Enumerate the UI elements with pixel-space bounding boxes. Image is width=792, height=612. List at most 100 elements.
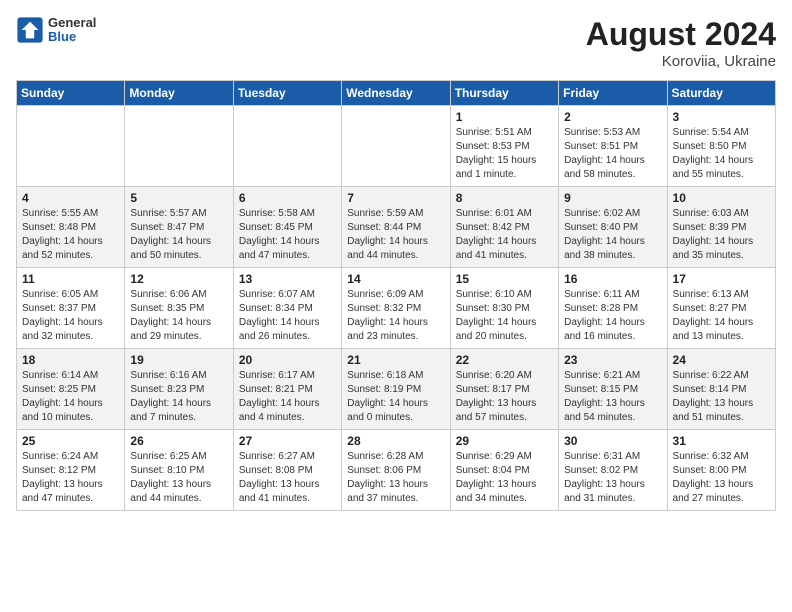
day-info: Sunrise: 6:13 AM Sunset: 8:27 PM Dayligh… xyxy=(673,288,770,344)
day-info: Sunrise: 6:27 AM Sunset: 8:08 PM Dayligh… xyxy=(239,450,336,506)
day-info: Sunrise: 6:01 AM Sunset: 8:42 PM Dayligh… xyxy=(456,207,553,263)
day-info: Sunrise: 6:09 AM Sunset: 8:32 PM Dayligh… xyxy=(347,288,444,344)
day-number: 4 xyxy=(22,191,119,205)
calendar-cell: 29 Sunrise: 6:29 AM Sunset: 8:04 PM Dayli… xyxy=(450,430,558,511)
calendar-cell: 27 Sunrise: 6:27 AM Sunset: 8:08 PM Dayli… xyxy=(233,430,341,511)
calendar-cell: 26 Sunrise: 6:25 AM Sunset: 8:10 PM Dayli… xyxy=(125,430,233,511)
calendar-cell: 2 Sunrise: 5:53 AM Sunset: 8:51 PM Daylig… xyxy=(559,106,667,187)
day-info: Sunrise: 5:59 AM Sunset: 8:44 PM Dayligh… xyxy=(347,207,444,263)
day-info: Sunrise: 6:29 AM Sunset: 8:04 PM Dayligh… xyxy=(456,450,553,506)
day-info: Sunrise: 6:25 AM Sunset: 8:10 PM Dayligh… xyxy=(130,450,227,506)
weekday-header-wednesday: Wednesday xyxy=(342,81,450,106)
day-info: Sunrise: 6:14 AM Sunset: 8:25 PM Dayligh… xyxy=(22,369,119,425)
day-number: 20 xyxy=(239,353,336,367)
calendar-cell: 5 Sunrise: 5:57 AM Sunset: 8:47 PM Daylig… xyxy=(125,187,233,268)
day-info: Sunrise: 6:03 AM Sunset: 8:39 PM Dayligh… xyxy=(673,207,770,263)
logo-text: General Blue xyxy=(48,16,96,45)
day-info: Sunrise: 5:53 AM Sunset: 8:51 PM Dayligh… xyxy=(564,126,661,182)
calendar-week-2: 4 Sunrise: 5:55 AM Sunset: 8:48 PM Daylig… xyxy=(17,187,776,268)
day-info: Sunrise: 5:55 AM Sunset: 8:48 PM Dayligh… xyxy=(22,207,119,263)
day-info: Sunrise: 6:28 AM Sunset: 8:06 PM Dayligh… xyxy=(347,450,444,506)
weekday-header-tuesday: Tuesday xyxy=(233,81,341,106)
day-number: 29 xyxy=(456,434,553,448)
calendar-week-3: 11 Sunrise: 6:05 AM Sunset: 8:37 PM Dayli… xyxy=(17,268,776,349)
calendar-table: SundayMondayTuesdayWednesdayThursdayFrid… xyxy=(16,80,776,511)
calendar-week-4: 18 Sunrise: 6:14 AM Sunset: 8:25 PM Dayli… xyxy=(17,349,776,430)
calendar-cell: 6 Sunrise: 5:58 AM Sunset: 8:45 PM Daylig… xyxy=(233,187,341,268)
day-info: Sunrise: 6:22 AM Sunset: 8:14 PM Dayligh… xyxy=(673,369,770,425)
day-info: Sunrise: 5:51 AM Sunset: 8:53 PM Dayligh… xyxy=(456,126,553,182)
title-block: August 2024 Koroviia, Ukraine xyxy=(586,16,776,70)
day-info: Sunrise: 6:24 AM Sunset: 8:12 PM Dayligh… xyxy=(22,450,119,506)
logo: General Blue xyxy=(16,16,96,45)
day-number: 17 xyxy=(673,272,770,286)
day-number: 18 xyxy=(22,353,119,367)
day-info: Sunrise: 6:02 AM Sunset: 8:40 PM Dayligh… xyxy=(564,207,661,263)
day-info: Sunrise: 5:57 AM Sunset: 8:47 PM Dayligh… xyxy=(130,207,227,263)
weekday-header-row: SundayMondayTuesdayWednesdayThursdayFrid… xyxy=(17,81,776,106)
weekday-header-monday: Monday xyxy=(125,81,233,106)
calendar-cell: 28 Sunrise: 6:28 AM Sunset: 8:06 PM Dayli… xyxy=(342,430,450,511)
day-number: 15 xyxy=(456,272,553,286)
calendar-cell: 14 Sunrise: 6:09 AM Sunset: 8:32 PM Dayli… xyxy=(342,268,450,349)
calendar-cell: 31Sunrise: 6:32 AM Sunset: 8:00 PM Dayli… xyxy=(667,430,775,511)
calendar-cell: 1 Sunrise: 5:51 AM Sunset: 8:53 PM Daylig… xyxy=(450,106,558,187)
day-number: 12 xyxy=(130,272,227,286)
day-number: 2 xyxy=(564,110,661,124)
day-number: 26 xyxy=(130,434,227,448)
day-info: Sunrise: 6:06 AM Sunset: 8:35 PM Dayligh… xyxy=(130,288,227,344)
calendar-cell: 9Sunrise: 6:02 AM Sunset: 8:40 PM Daylig… xyxy=(559,187,667,268)
calendar-week-5: 25 Sunrise: 6:24 AM Sunset: 8:12 PM Dayli… xyxy=(17,430,776,511)
calendar-cell: 16 Sunrise: 6:11 AM Sunset: 8:28 PM Dayli… xyxy=(559,268,667,349)
day-info: Sunrise: 5:58 AM Sunset: 8:45 PM Dayligh… xyxy=(239,207,336,263)
day-number: 21 xyxy=(347,353,444,367)
weekday-header-friday: Friday xyxy=(559,81,667,106)
day-number: 13 xyxy=(239,272,336,286)
day-info: Sunrise: 6:10 AM Sunset: 8:30 PM Dayligh… xyxy=(456,288,553,344)
day-number: 19 xyxy=(130,353,227,367)
calendar-cell: 10 Sunrise: 6:03 AM Sunset: 8:39 PM Dayli… xyxy=(667,187,775,268)
weekday-header-saturday: Saturday xyxy=(667,81,775,106)
calendar-cell: 24 Sunrise: 6:22 AM Sunset: 8:14 PM Dayli… xyxy=(667,349,775,430)
weekday-header-sunday: Sunday xyxy=(17,81,125,106)
calendar-cell: 25 Sunrise: 6:24 AM Sunset: 8:12 PM Dayli… xyxy=(17,430,125,511)
day-number: 1 xyxy=(456,110,553,124)
day-number: 24 xyxy=(673,353,770,367)
day-number: 7 xyxy=(347,191,444,205)
page-header: General Blue August 2024 Koroviia, Ukrai… xyxy=(16,16,776,70)
day-info: Sunrise: 6:11 AM Sunset: 8:28 PM Dayligh… xyxy=(564,288,661,344)
day-info: Sunrise: 6:20 AM Sunset: 8:17 PM Dayligh… xyxy=(456,369,553,425)
day-number: 8 xyxy=(456,191,553,205)
day-number: 22 xyxy=(456,353,553,367)
calendar-cell xyxy=(342,106,450,187)
day-number: 31 xyxy=(673,434,770,448)
day-number: 11 xyxy=(22,272,119,286)
day-number: 14 xyxy=(347,272,444,286)
day-number: 3 xyxy=(673,110,770,124)
calendar-week-1: 1 Sunrise: 5:51 AM Sunset: 8:53 PM Daylig… xyxy=(17,106,776,187)
day-number: 30 xyxy=(564,434,661,448)
day-info: Sunrise: 6:31 AM Sunset: 8:02 PM Dayligh… xyxy=(564,450,661,506)
calendar-cell: 15 Sunrise: 6:10 AM Sunset: 8:30 PM Dayli… xyxy=(450,268,558,349)
day-info: Sunrise: 6:21 AM Sunset: 8:15 PM Dayligh… xyxy=(564,369,661,425)
day-number: 16 xyxy=(564,272,661,286)
day-number: 10 xyxy=(673,191,770,205)
day-number: 27 xyxy=(239,434,336,448)
day-info: Sunrise: 6:17 AM Sunset: 8:21 PM Dayligh… xyxy=(239,369,336,425)
logo-general-text: General xyxy=(48,16,96,30)
day-number: 5 xyxy=(130,191,227,205)
calendar-cell: 18 Sunrise: 6:14 AM Sunset: 8:25 PM Dayli… xyxy=(17,349,125,430)
calendar-cell xyxy=(17,106,125,187)
logo-blue-text: Blue xyxy=(48,30,96,44)
calendar-cell: 13Sunrise: 6:07 AM Sunset: 8:34 PM Dayli… xyxy=(233,268,341,349)
calendar-cell xyxy=(233,106,341,187)
calendar-cell: 23 Sunrise: 6:21 AM Sunset: 8:15 PM Dayli… xyxy=(559,349,667,430)
day-info: Sunrise: 6:18 AM Sunset: 8:19 PM Dayligh… xyxy=(347,369,444,425)
day-number: 23 xyxy=(564,353,661,367)
day-number: 25 xyxy=(22,434,119,448)
calendar-cell: 7 Sunrise: 5:59 AM Sunset: 8:44 PM Daylig… xyxy=(342,187,450,268)
day-number: 28 xyxy=(347,434,444,448)
day-number: 6 xyxy=(239,191,336,205)
day-info: Sunrise: 6:05 AM Sunset: 8:37 PM Dayligh… xyxy=(22,288,119,344)
weekday-header-thursday: Thursday xyxy=(450,81,558,106)
